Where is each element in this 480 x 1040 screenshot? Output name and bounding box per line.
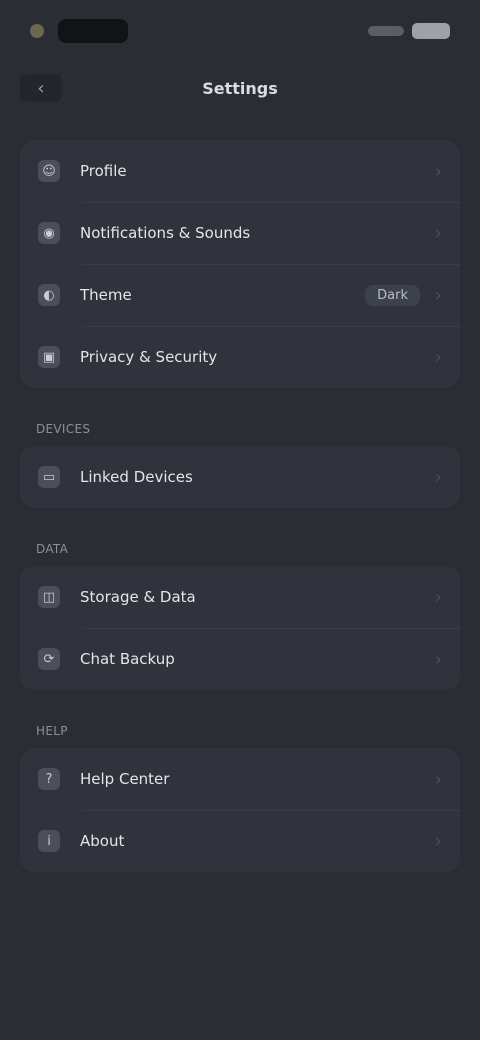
settings-card: ? Help Center › i About › <box>20 748 460 872</box>
section-label: DEVICES <box>36 422 91 436</box>
settings-row-value: Dark <box>365 284 420 306</box>
settings-row[interactable]: ? Help Center › <box>20 748 460 810</box>
status-bar <box>20 0 460 62</box>
chevron-right-icon: › <box>434 160 442 182</box>
settings-card: ▭ Linked Devices › <box>20 446 460 508</box>
signal-icon <box>368 26 404 36</box>
settings-row[interactable]: ◉ Notifications & Sounds › <box>20 202 460 264</box>
back-button[interactable]: ‹ <box>20 74 62 102</box>
chevron-right-icon: › <box>434 284 442 306</box>
settings-row-label: Help Center <box>80 770 170 788</box>
chevron-right-icon: › <box>434 768 442 790</box>
settings-card: ☺ Profile › ◉ Notifications & Sounds › ◐ Theme D… <box>20 140 460 388</box>
chevron-right-icon: › <box>434 346 442 368</box>
settings-row-label: Theme <box>80 286 132 304</box>
status-time-placeholder <box>58 19 128 43</box>
help-icon: ? <box>38 768 60 790</box>
settings-row-label: Linked Devices <box>80 468 193 486</box>
storage-icon: ◫ <box>38 586 60 608</box>
battery-icon <box>412 23 450 39</box>
settings-row[interactable]: ▭ Linked Devices › <box>20 446 460 508</box>
settings-row-label: Storage & Data <box>80 588 196 606</box>
settings-row[interactable]: ◫ Storage & Data › <box>20 566 460 628</box>
theme-icon: ◐ <box>38 284 60 306</box>
settings-row[interactable]: ☺ Profile › <box>20 140 460 202</box>
device-icon: ▭ <box>38 466 60 488</box>
chevron-right-icon: › <box>434 586 442 608</box>
section-label: HELP <box>36 724 68 738</box>
settings-row-label: Profile <box>80 162 127 180</box>
settings-screen: ‹ Settings ☺ Profile › ◉ Notifications & Sou… <box>0 0 480 1040</box>
settings-card: ◫ Storage & Data › ⟳ Chat Backup › <box>20 566 460 690</box>
privacy-icon: ▣ <box>38 346 60 368</box>
settings-row-label: Chat Backup <box>80 650 175 668</box>
backup-icon: ⟳ <box>38 648 60 670</box>
settings-row[interactable]: ▣ Privacy & Security › <box>20 326 460 388</box>
settings-row-label: Privacy & Security <box>80 348 218 366</box>
chevron-right-icon: › <box>434 466 442 488</box>
info-icon: i <box>38 830 60 852</box>
settings-row-label: Notifications & Sounds <box>80 224 251 242</box>
chevron-right-icon: › <box>434 830 442 852</box>
settings-row[interactable]: i About › <box>20 810 460 872</box>
page-title: Settings <box>202 78 278 98</box>
back-arrow-icon: ‹ <box>37 77 45 99</box>
top-bar: ‹ Settings <box>20 62 460 114</box>
section-label: DATA <box>36 542 69 556</box>
status-right <box>368 23 450 39</box>
settings-groups: ☺ Profile › ◉ Notifications & Sounds › ◐ Theme D… <box>20 140 460 872</box>
chevron-right-icon: › <box>434 648 442 670</box>
camera-dot-icon <box>30 24 44 38</box>
settings-row[interactable]: ◐ Theme Dark › <box>20 264 460 326</box>
chevron-right-icon: › <box>434 222 442 244</box>
user-icon: ☺ <box>38 160 60 182</box>
settings-row[interactable]: ⟳ Chat Backup › <box>20 628 460 690</box>
status-left <box>30 19 128 43</box>
notification-icon: ◉ <box>38 222 60 244</box>
settings-row-label: About <box>80 832 125 850</box>
